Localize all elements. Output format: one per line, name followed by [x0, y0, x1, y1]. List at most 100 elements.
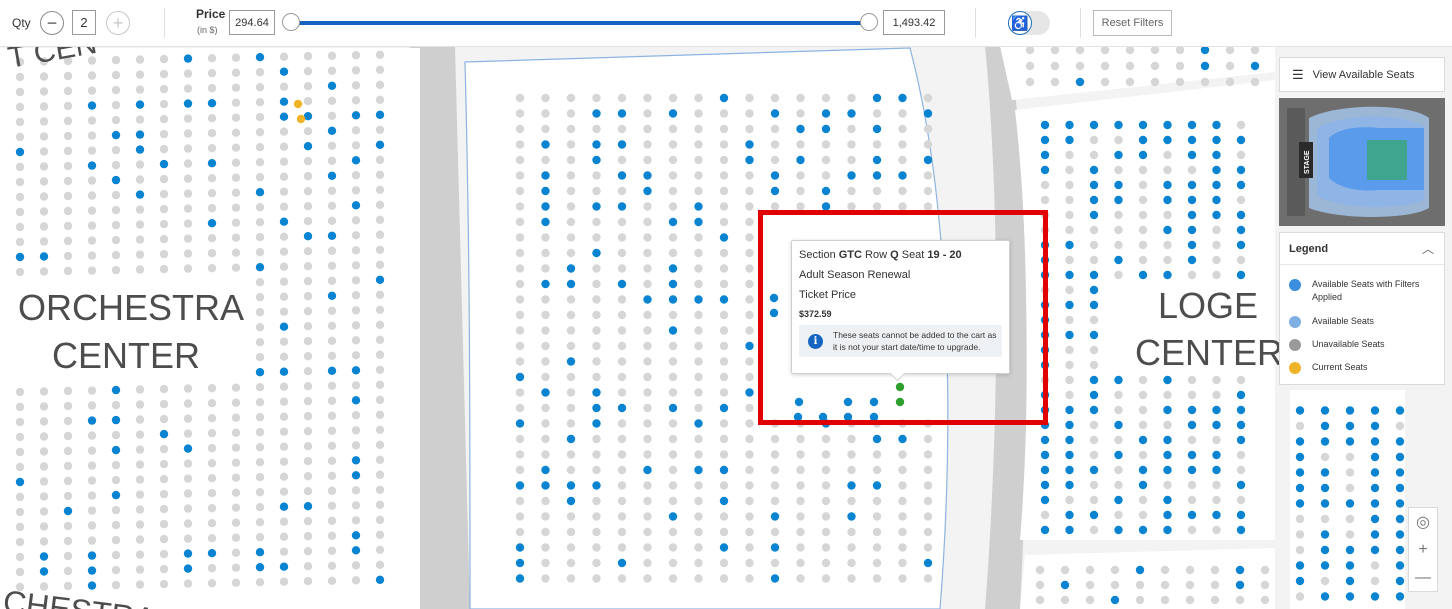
seat[interactable]: [847, 496, 856, 506]
seat[interactable]: [327, 456, 337, 465]
seat[interactable]: [847, 109, 856, 118]
seat[interactable]: [1210, 565, 1220, 575]
seat[interactable]: [1040, 435, 1050, 445]
seat[interactable]: [1089, 270, 1099, 280]
seat[interactable]: [872, 140, 882, 149]
seat[interactable]: [1089, 120, 1099, 130]
seat[interactable]: [1065, 330, 1074, 340]
seat[interactable]: [207, 84, 217, 93]
seat[interactable]: [255, 188, 265, 197]
seat[interactable]: [719, 341, 729, 351]
seat[interactable]: [135, 430, 145, 439]
seat[interactable]: [821, 140, 831, 149]
seat[interactable]: [847, 450, 856, 459]
seat[interactable]: [770, 140, 780, 149]
seat[interactable]: [303, 337, 313, 346]
seat[interactable]: [279, 532, 289, 541]
seat[interactable]: [719, 124, 729, 134]
seat[interactable]: [694, 186, 703, 196]
seat[interactable]: [566, 496, 576, 506]
seat[interactable]: [351, 246, 361, 255]
seat[interactable]: [898, 186, 907, 196]
seat[interactable]: [183, 399, 193, 408]
seat[interactable]: [1370, 561, 1380, 570]
seat[interactable]: [183, 129, 193, 138]
seat[interactable]: [1040, 195, 1050, 205]
seat[interactable]: [1370, 545, 1380, 555]
seat[interactable]: [279, 457, 289, 466]
seat[interactable]: [566, 419, 576, 428]
seat[interactable]: [694, 341, 703, 351]
seat[interactable]: [1187, 255, 1197, 265]
seat[interactable]: [63, 581, 73, 591]
seat[interactable]: [327, 531, 337, 540]
seat[interactable]: [1212, 375, 1221, 385]
seat[interactable]: [63, 71, 73, 81]
seat[interactable]: [1200, 45, 1210, 55]
seat[interactable]: [1187, 510, 1197, 520]
seat[interactable]: [643, 171, 652, 180]
seat[interactable]: [719, 558, 729, 568]
seat[interactable]: [1212, 210, 1221, 220]
seat[interactable]: [279, 352, 289, 361]
recenter-button[interactable]: ◎: [1409, 508, 1437, 536]
seat[interactable]: [1050, 45, 1060, 55]
seat[interactable]: [1114, 135, 1123, 145]
price-slider-track[interactable]: [290, 21, 868, 25]
seat[interactable]: [1345, 514, 1355, 524]
seat[interactable]: [1089, 360, 1099, 370]
seat[interactable]: [255, 263, 265, 272]
seat[interactable]: [1138, 255, 1148, 265]
seat[interactable]: [719, 155, 729, 165]
seat[interactable]: [207, 444, 217, 453]
seat[interactable]: [15, 147, 25, 157]
seat[interactable]: [231, 548, 241, 557]
seat[interactable]: [39, 507, 49, 516]
seat[interactable]: [1150, 45, 1160, 55]
seat[interactable]: [1212, 120, 1221, 130]
seat[interactable]: [617, 155, 627, 165]
seat[interactable]: [898, 202, 907, 211]
seat[interactable]: [351, 456, 361, 465]
seat[interactable]: [255, 488, 265, 497]
seat[interactable]: [541, 93, 550, 103]
seat[interactable]: [63, 86, 73, 96]
seat[interactable]: [1040, 285, 1050, 295]
seat[interactable]: [895, 397, 905, 407]
seat[interactable]: [694, 512, 703, 521]
seat[interactable]: [617, 171, 627, 180]
seat[interactable]: [39, 207, 49, 216]
seat[interactable]: [1320, 421, 1330, 431]
seat[interactable]: [39, 192, 49, 201]
seat[interactable]: [541, 512, 550, 521]
seat[interactable]: [770, 512, 780, 521]
seat[interactable]: [566, 248, 576, 258]
seat[interactable]: [847, 481, 856, 490]
seat[interactable]: [643, 512, 652, 521]
seat[interactable]: [668, 465, 678, 475]
seat[interactable]: [566, 217, 576, 227]
seat[interactable]: [1175, 61, 1185, 71]
seat[interactable]: [183, 414, 193, 423]
seat[interactable]: [183, 504, 193, 513]
seat[interactable]: [1163, 420, 1172, 430]
seat[interactable]: [1065, 495, 1074, 505]
seat[interactable]: [1163, 120, 1172, 130]
seat[interactable]: [643, 109, 652, 118]
seat[interactable]: [1065, 510, 1074, 520]
seat[interactable]: [183, 54, 193, 63]
seat[interactable]: [847, 543, 856, 552]
seat[interactable]: [847, 155, 856, 165]
seat[interactable]: [207, 174, 217, 183]
seat[interactable]: [327, 381, 337, 390]
seat[interactable]: [1089, 165, 1099, 175]
seat[interactable]: [898, 481, 907, 490]
seat[interactable]: [821, 543, 831, 552]
seat[interactable]: [1345, 468, 1355, 477]
seat[interactable]: [643, 264, 652, 273]
seat[interactable]: [351, 366, 361, 375]
seat[interactable]: [1212, 150, 1221, 160]
seat[interactable]: [898, 450, 907, 459]
seat[interactable]: [1065, 225, 1074, 235]
seat[interactable]: [541, 140, 550, 149]
